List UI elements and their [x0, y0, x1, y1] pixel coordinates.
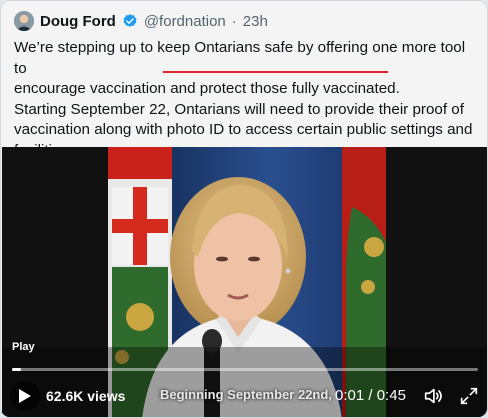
video-caption: Beginning September 22nd, — [160, 387, 332, 402]
time-separator: / — [364, 387, 377, 404]
tweet-card[interactable]: Doug Ford @fordnation · 23h We’re steppi… — [0, 0, 488, 418]
progress-bar[interactable] — [12, 368, 478, 371]
tweet-text-line: Starting September 22, Ontarians will ne… — [14, 100, 464, 118]
red-underline-annotation — [163, 71, 388, 73]
author-name[interactable]: Doug Ford — [40, 13, 116, 30]
play-tooltip: Play — [12, 341, 35, 353]
timecode: 0:01 / 0:45 — [335, 387, 406, 404]
time-total: 0:45 — [376, 387, 406, 404]
tweet-text-line: encourage vaccination and protect those … — [14, 79, 480, 100]
video-controls: 62.6K views Beginning September 22nd, 0:… — [2, 379, 487, 413]
video-frame — [2, 147, 487, 417]
tweet-text-line: vaccination along with photo ID to acces… — [14, 121, 473, 138]
meta-separator: · — [231, 12, 237, 30]
play-button[interactable] — [10, 381, 40, 411]
play-icon — [19, 389, 31, 403]
time-current: 0:01 — [335, 387, 365, 404]
volume-icon — [424, 388, 442, 404]
tweet-timestamp[interactable]: 23h — [243, 13, 268, 30]
author-handle[interactable]: @fordnation — [144, 13, 226, 30]
verified-badge-icon — [122, 13, 138, 29]
underlined-phrase: and protect those fully vaccinated. — [170, 80, 400, 97]
view-count: 62.6K views — [46, 388, 126, 404]
volume-button[interactable] — [422, 385, 444, 407]
progress-fill — [12, 368, 22, 371]
tweet-text: We’re stepping up to keep Ontarians safe… — [14, 38, 480, 161]
tweet-text-segment: encourage vaccination — [14, 80, 171, 97]
fullscreen-icon — [460, 387, 478, 405]
avatar[interactable] — [14, 11, 34, 31]
video-player[interactable]: Play 62.6K views Beginning September 22n… — [2, 147, 487, 417]
tweet-header: Doug Ford @fordnation · 23h — [14, 10, 268, 32]
fullscreen-button[interactable] — [458, 385, 480, 407]
